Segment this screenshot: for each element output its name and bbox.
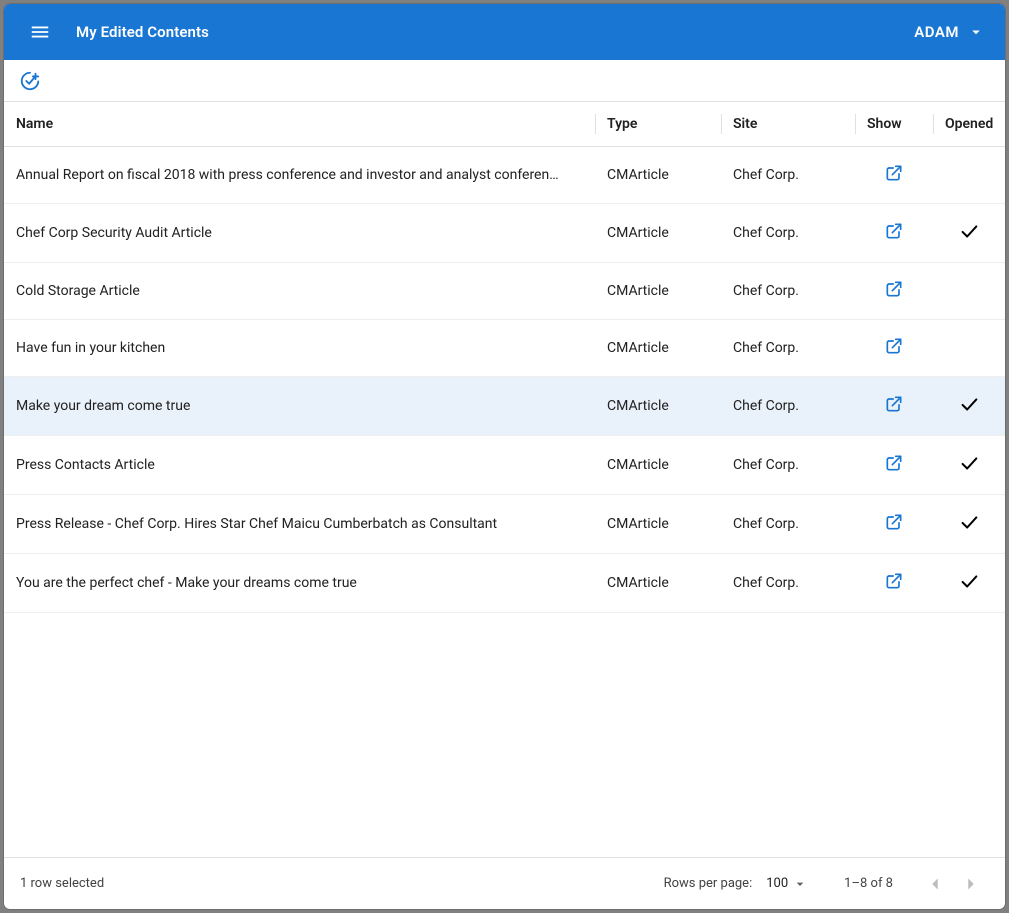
cell-opened bbox=[933, 204, 1005, 263]
user-name: ADAM bbox=[914, 23, 959, 41]
table-row[interactable]: Chef Corp Security Audit ArticleCMArticl… bbox=[4, 204, 1005, 263]
table-row[interactable]: You are the perfect chef - Make your dre… bbox=[4, 554, 1005, 613]
open-in-new-icon[interactable] bbox=[884, 336, 904, 356]
check-icon bbox=[958, 220, 980, 242]
create-task-button[interactable] bbox=[14, 65, 46, 97]
column-header-site[interactable]: Site bbox=[721, 102, 855, 147]
table-footer: 1 row selected Rows per page: 100 1–8 of… bbox=[4, 857, 1005, 909]
cell-name: Press Contacts Article bbox=[4, 436, 595, 495]
check-icon bbox=[958, 393, 980, 415]
open-in-new-icon[interactable] bbox=[884, 453, 904, 473]
cell-show bbox=[855, 320, 933, 377]
open-in-new-icon[interactable] bbox=[884, 221, 904, 241]
cell-type: CMArticle bbox=[595, 377, 721, 436]
cell-name: Press Release - Chef Corp. Hires Star Ch… bbox=[4, 495, 595, 554]
open-in-new-icon[interactable] bbox=[884, 571, 904, 591]
cell-opened bbox=[933, 495, 1005, 554]
cell-type: CMArticle bbox=[595, 554, 721, 613]
prev-page-button[interactable] bbox=[917, 866, 953, 902]
cell-opened bbox=[933, 147, 1005, 204]
column-header-name[interactable]: Name bbox=[4, 102, 595, 147]
content-table: Name Type Site Show Opened Annual Report… bbox=[4, 102, 1005, 857]
open-in-new-icon[interactable] bbox=[884, 163, 904, 183]
menu-button[interactable] bbox=[20, 12, 60, 52]
cell-name: Make your dream come true bbox=[4, 377, 595, 436]
cell-show bbox=[855, 263, 933, 320]
next-page-button[interactable] bbox=[953, 866, 989, 902]
table-row[interactable]: Have fun in your kitchenCMArticleChef Co… bbox=[4, 320, 1005, 377]
cell-site: Chef Corp. bbox=[721, 554, 855, 613]
cell-name: Annual Report on fiscal 2018 with press … bbox=[4, 147, 595, 204]
cell-name: Have fun in your kitchen bbox=[4, 320, 595, 377]
cell-type: CMArticle bbox=[595, 147, 721, 204]
rows-per-page-label: Rows per page: bbox=[664, 876, 753, 891]
cell-show bbox=[855, 377, 933, 436]
cell-type: CMArticle bbox=[595, 263, 721, 320]
cell-type: CMArticle bbox=[595, 320, 721, 377]
rows-per-page-select[interactable]: 100 bbox=[766, 876, 808, 892]
hamburger-icon bbox=[29, 21, 51, 43]
table-row[interactable]: Cold Storage ArticleCMArticleChef Corp. bbox=[4, 263, 1005, 320]
cell-site: Chef Corp. bbox=[721, 377, 855, 436]
cell-show bbox=[855, 204, 933, 263]
cell-show bbox=[855, 495, 933, 554]
cell-show bbox=[855, 436, 933, 495]
column-header-opened[interactable]: Opened bbox=[933, 102, 1005, 147]
table-row[interactable]: Press Release - Chef Corp. Hires Star Ch… bbox=[4, 495, 1005, 554]
cell-name: Cold Storage Article bbox=[4, 263, 595, 320]
chevron-right-icon bbox=[960, 873, 982, 895]
create-task-icon bbox=[19, 70, 41, 92]
cell-type: CMArticle bbox=[595, 495, 721, 554]
rows-per-page-value: 100 bbox=[766, 876, 788, 891]
cell-site: Chef Corp. bbox=[721, 495, 855, 554]
cell-type: CMArticle bbox=[595, 436, 721, 495]
cell-site: Chef Corp. bbox=[721, 320, 855, 377]
app-bar: My Edited Contents ADAM bbox=[4, 4, 1005, 60]
cell-site: Chef Corp. bbox=[721, 263, 855, 320]
check-icon bbox=[958, 452, 980, 474]
column-header-show[interactable]: Show bbox=[855, 102, 933, 147]
page-title: My Edited Contents bbox=[76, 23, 209, 41]
check-icon bbox=[958, 511, 980, 533]
cell-opened bbox=[933, 436, 1005, 495]
open-in-new-icon[interactable] bbox=[884, 279, 904, 299]
cell-opened bbox=[933, 263, 1005, 320]
user-menu[interactable]: ADAM bbox=[910, 17, 989, 47]
cell-show bbox=[855, 147, 933, 204]
table-row[interactable]: Press Contacts ArticleCMArticleChef Corp… bbox=[4, 436, 1005, 495]
chevron-left-icon bbox=[924, 873, 946, 895]
cell-site: Chef Corp. bbox=[721, 147, 855, 204]
cell-site: Chef Corp. bbox=[721, 204, 855, 263]
cell-opened bbox=[933, 377, 1005, 436]
open-in-new-icon[interactable] bbox=[884, 512, 904, 532]
cell-show bbox=[855, 554, 933, 613]
table-row[interactable]: Make your dream come trueCMArticleChef C… bbox=[4, 377, 1005, 436]
cell-type: CMArticle bbox=[595, 204, 721, 263]
check-icon bbox=[958, 570, 980, 592]
cell-name: You are the perfect chef - Make your dre… bbox=[4, 554, 595, 613]
open-in-new-icon[interactable] bbox=[884, 394, 904, 414]
cell-opened bbox=[933, 554, 1005, 613]
column-header-type[interactable]: Type bbox=[595, 102, 721, 147]
cell-site: Chef Corp. bbox=[721, 436, 855, 495]
pagination-range: 1–8 of 8 bbox=[844, 876, 893, 891]
caret-down-icon bbox=[792, 876, 808, 892]
chevron-down-icon bbox=[967, 23, 985, 41]
toolbar bbox=[4, 60, 1005, 102]
cell-opened bbox=[933, 320, 1005, 377]
cell-name: Chef Corp Security Audit Article bbox=[4, 204, 595, 263]
table-row[interactable]: Annual Report on fiscal 2018 with press … bbox=[4, 147, 1005, 204]
selection-status: 1 row selected bbox=[20, 876, 104, 891]
